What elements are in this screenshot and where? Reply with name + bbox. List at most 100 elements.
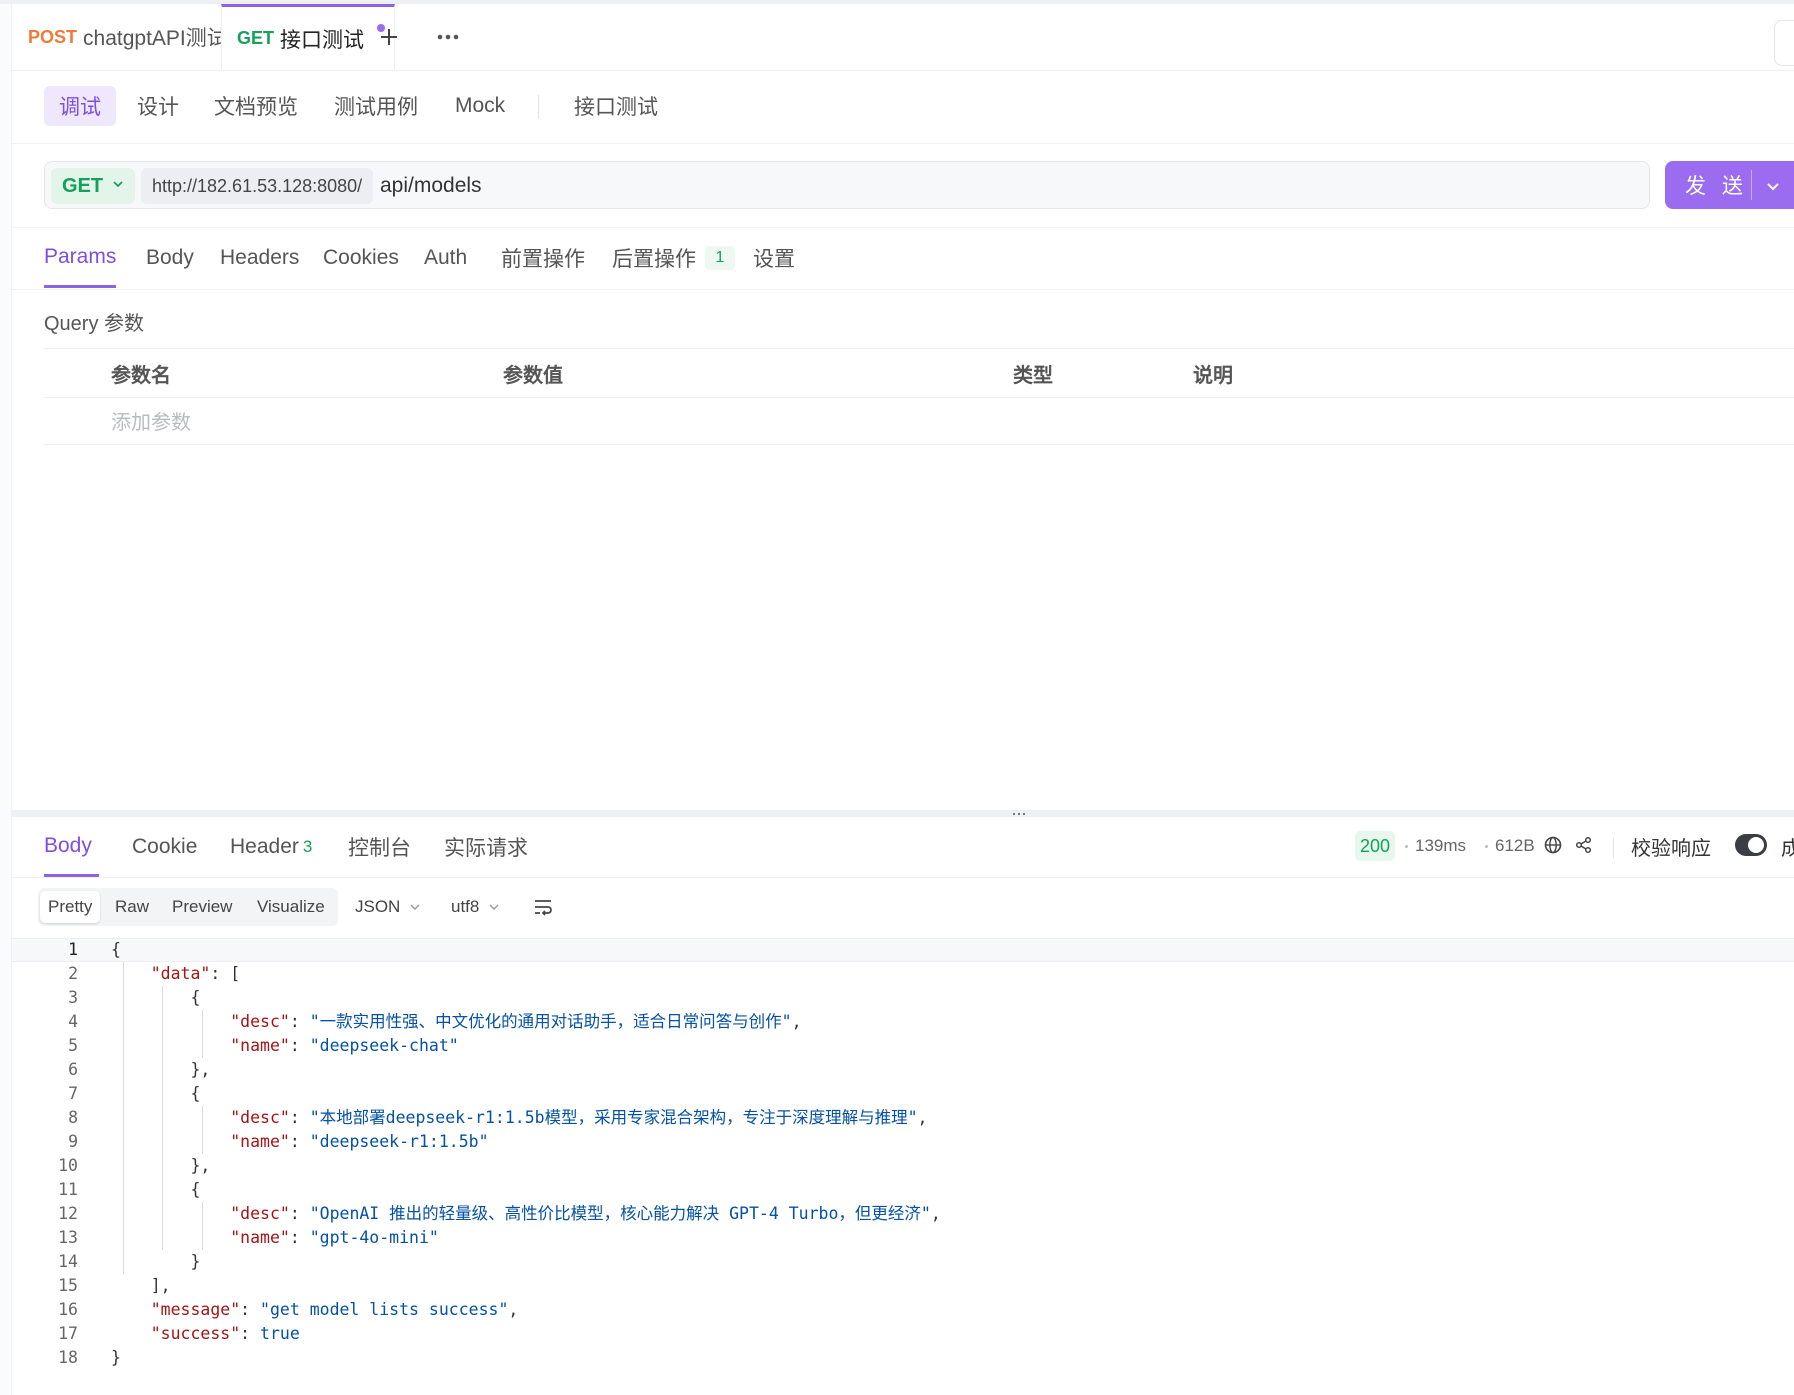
panel-splitter[interactable] xyxy=(12,810,1794,817)
tab-design[interactable]: 设计 xyxy=(137,86,179,126)
word-wrap-icon[interactable] xyxy=(532,896,554,918)
tab-post-processors[interactable]: 后置操作 1 xyxy=(612,228,735,288)
code-line: 14 } xyxy=(12,1250,1794,1274)
tab-settings[interactable]: 设置 xyxy=(753,228,795,288)
base-url-prefix[interactable]: http://182.61.53.128:8080/ xyxy=(141,168,374,204)
code-text: { xyxy=(111,988,201,1007)
code-text: }, xyxy=(111,1156,211,1175)
code-text: } xyxy=(111,1348,121,1367)
send-button[interactable]: 发 送 xyxy=(1665,161,1794,209)
code-text: } xyxy=(111,1252,201,1271)
table-header-row: 参数名 参数值 类型 说明 xyxy=(44,348,1794,398)
separator-dot xyxy=(1485,845,1488,848)
code-text: { xyxy=(111,1084,201,1103)
code-line: 8 "desc": "本地部署deepseek-r1:1.5b模型，采用专家混合… xyxy=(12,1106,1794,1130)
separator-dot xyxy=(1405,845,1408,848)
column-header-description: 说明 xyxy=(1193,364,1233,387)
add-param-placeholder[interactable]: 添加参数 xyxy=(111,396,191,444)
tab-doc-preview[interactable]: 文档预览 xyxy=(214,86,298,126)
more-tabs-button[interactable] xyxy=(429,18,467,56)
line-number: 10 xyxy=(58,1156,78,1175)
encoding-value: utf8 xyxy=(451,897,480,916)
tab-label: 后置操作 xyxy=(612,248,696,271)
code-text: "success": true xyxy=(150,1324,300,1343)
tab-actual-request[interactable]: 实际请求 xyxy=(444,817,528,877)
code-line: 7 { xyxy=(12,1082,1794,1106)
share-icon[interactable] xyxy=(1574,835,1594,855)
code-line: 2 "data": [ xyxy=(12,962,1794,986)
line-number: 7 xyxy=(68,1084,78,1103)
tab-test-cases[interactable]: 测试用例 xyxy=(334,86,418,126)
request-tab-bar: POST chatgptAPI测试 GET 接口测试 xyxy=(12,4,1794,71)
code-text: "message": "get model lists success", xyxy=(150,1300,519,1319)
content-type-select[interactable]: JSON xyxy=(355,890,422,924)
code-line: 12 "desc": "OpenAI 推出的轻量级、高性价比模型，核心能力解决 … xyxy=(12,1202,1794,1226)
line-number: 2 xyxy=(68,964,78,983)
method-value: GET xyxy=(62,174,104,197)
format-raw[interactable]: Raw xyxy=(107,891,157,923)
line-number: 1 xyxy=(68,940,78,959)
format-visualize[interactable]: Visualize xyxy=(249,891,333,923)
line-number: 14 xyxy=(58,1252,78,1271)
code-text: "data": [ xyxy=(150,964,241,983)
format-pretty[interactable]: Pretty xyxy=(40,891,101,923)
method-select[interactable]: GET xyxy=(51,168,135,204)
line-number: 6 xyxy=(68,1060,78,1079)
query-params-label: Query 参数 xyxy=(44,313,145,335)
code-text: "name": "deepseek-r1:1.5b" xyxy=(230,1132,489,1151)
code-text: "desc": "本地部署deepseek-r1:1.5b模型，采用专家混合架构… xyxy=(230,1108,928,1127)
request-tab-interface-test[interactable]: GET 接口测试 xyxy=(221,4,396,70)
request-tab-chatgptapi[interactable]: POST chatgptAPI测试 xyxy=(28,4,228,70)
header-count: 3 xyxy=(302,837,313,856)
toggle-knob xyxy=(1748,837,1764,853)
code-text: ], xyxy=(111,1276,171,1295)
tab-debug[interactable]: 调试 xyxy=(44,86,116,126)
chevron-down-icon[interactable] xyxy=(1765,178,1781,194)
format-preview[interactable]: Preview xyxy=(164,891,240,923)
line-number: 9 xyxy=(68,1132,78,1151)
code-line: 11 { xyxy=(12,1178,1794,1202)
url-path-input[interactable]: api/models xyxy=(380,162,482,210)
line-number: 16 xyxy=(58,1300,78,1319)
line-number: 17 xyxy=(58,1324,78,1343)
url-bar: GET http://182.61.53.128:8080/ api/model… xyxy=(44,161,1650,209)
code-line: 6 }, xyxy=(12,1058,1794,1082)
tab-response-cookie[interactable]: Cookie xyxy=(132,817,197,877)
column-header-type: 类型 xyxy=(1013,364,1053,387)
line-number: 13 xyxy=(58,1228,78,1247)
table-row[interactable]: 添加参数 xyxy=(44,396,1794,445)
request-param-tabs: Params Body Headers Cookies Auth 前置操作 后置… xyxy=(12,227,1794,290)
tab-pre-processors[interactable]: 前置操作 xyxy=(501,228,585,288)
format-switcher: Pretty Raw Preview Visualize xyxy=(38,888,338,926)
response-size: 612B xyxy=(1495,836,1535,855)
tab-console[interactable]: 控制台 xyxy=(348,817,411,877)
tab-headers[interactable]: Headers xyxy=(220,228,299,288)
tab-response-header[interactable]: Header 3 xyxy=(230,817,312,877)
tab-cookies[interactable]: Cookies xyxy=(323,228,399,288)
code-line: 15 ], xyxy=(12,1274,1794,1298)
code-text: }, xyxy=(111,1060,211,1079)
ellipsis-icon xyxy=(437,34,459,40)
globe-icon[interactable] xyxy=(1543,835,1563,855)
verify-response-label: 校验响应 xyxy=(1631,837,1711,860)
tab-mock[interactable]: Mock xyxy=(455,86,505,126)
tab-response-body[interactable]: Body xyxy=(44,817,99,877)
tab-params[interactable]: Params xyxy=(44,228,117,288)
line-number: 5 xyxy=(68,1036,78,1055)
line-number: 12 xyxy=(58,1204,78,1223)
mode-tab-bar: 调试 设计 文档预览 测试用例 Mock 接口测试 xyxy=(12,70,1794,144)
encoding-select[interactable]: utf8 xyxy=(451,890,501,924)
tab-body[interactable]: Body xyxy=(146,228,194,288)
add-tab-button[interactable] xyxy=(370,18,408,56)
right-panel-button[interactable] xyxy=(1774,20,1794,66)
tab-auth[interactable]: Auth xyxy=(424,228,467,288)
verify-response-toggle[interactable] xyxy=(1735,834,1767,856)
tab-interface-test[interactable]: 接口测试 xyxy=(574,86,658,126)
status-badge: 200 xyxy=(1355,831,1396,861)
code-line: 10 }, xyxy=(12,1154,1794,1178)
code-line: 18} xyxy=(12,1346,1794,1370)
column-header-name: 参数名 xyxy=(111,364,171,387)
column-header-value: 参数值 xyxy=(503,364,563,387)
line-number: 11 xyxy=(58,1180,78,1199)
code-line: 3 { xyxy=(12,986,1794,1010)
